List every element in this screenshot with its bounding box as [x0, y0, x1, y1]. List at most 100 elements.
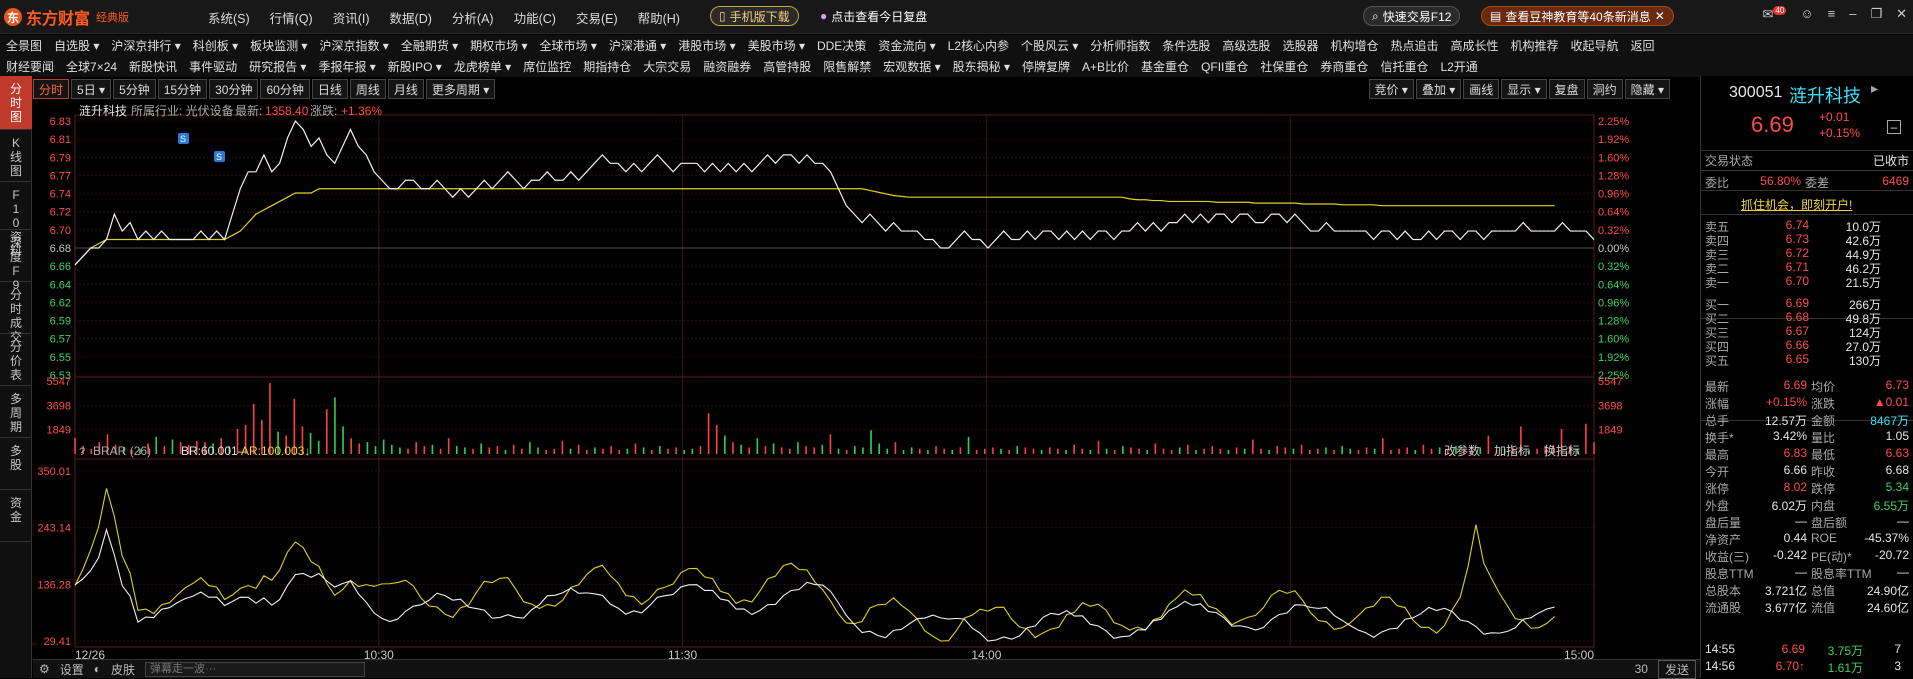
left-tab-2[interactable]: F10资料 — [0, 182, 32, 258]
tool-button-6[interactable]: 隐藏 ▾ — [1624, 79, 1670, 99]
left-tab-0[interactable]: 分时图 — [0, 76, 32, 130]
nav2-item-11[interactable]: 融资融券 — [697, 58, 757, 75]
menu-icon[interactable]: ≡ — [1828, 6, 1836, 22]
indicator-button-0[interactable]: 改参数 — [1444, 443, 1480, 458]
left-tab-4[interactable]: 分时成交 — [0, 282, 32, 344]
settings-icon[interactable]: ⚙ — [39, 662, 50, 676]
tool-button-1[interactable]: 叠加 ▾ — [1415, 79, 1462, 99]
nav2-item-1[interactable]: 全球7×24 — [60, 58, 123, 75]
restore-icon[interactable]: ❐ — [1870, 6, 1882, 22]
close-news-icon[interactable]: ✕ — [1655, 9, 1665, 23]
intraday-chart[interactable]: 6.83 2.25% 6.81 1.92% 6.79 1.60% 6.77 1.28% 6.74… — [33, 101, 1644, 664]
menu-item-2[interactable]: 资讯(I) — [323, 8, 380, 27]
news-button[interactable]: ▤ 查看豆神教育等40条新消息 ✕ — [1481, 6, 1674, 26]
danmu-input[interactable]: 弹幕走一波··· — [145, 661, 366, 677]
left-tab-6[interactable]: 多周期 — [0, 386, 32, 438]
nav2-item-15[interactable]: 股东揭秘 ▾ — [947, 58, 1016, 75]
nav2-item-9[interactable]: 期指持仓 — [577, 58, 637, 75]
nav2-item-7[interactable]: 龙虎榜单 ▾ — [448, 58, 517, 75]
nav2-item-17[interactable]: A+B比价 — [1076, 58, 1135, 75]
nav2-item-18[interactable]: 基金重仓 — [1135, 58, 1195, 75]
nav1-item-12[interactable]: DDE决策 — [811, 37, 872, 54]
quick-trade-button[interactable]: ⌕ 快速交易F12 — [1363, 6, 1461, 26]
indicator-button-2[interactable]: 换指标 — [1544, 443, 1580, 458]
nav1-item-15[interactable]: 个股风云 ▾ — [1015, 37, 1084, 54]
nav1-item-3[interactable]: 科创板 ▾ — [187, 37, 244, 54]
tool-button-2[interactable]: 画线 — [1463, 79, 1500, 99]
left-tab-1[interactable]: K线图 — [0, 130, 32, 182]
nav1-item-7[interactable]: 期权市场 ▾ — [464, 37, 533, 54]
left-tab-3[interactable]: 深度F9 — [0, 230, 32, 292]
nav2-item-21[interactable]: 券商重仓 — [1314, 58, 1374, 75]
nav1-item-13[interactable]: 资金流向 ▾ — [872, 37, 941, 54]
nav1-item-21[interactable]: 热点追击 — [1384, 37, 1444, 54]
close-icon[interactable]: ✕ — [1896, 6, 1907, 22]
send-button[interactable]: 发送 — [1657, 659, 1696, 679]
nav1-item-14[interactable]: L2核心内参 — [942, 37, 1015, 54]
collapse-icon[interactable]: – — [1887, 120, 1901, 134]
nav2-item-8[interactable]: 席位监控 — [517, 58, 577, 75]
left-tab-8[interactable]: 资金 — [0, 490, 32, 542]
left-tab-7[interactable]: 多股 — [0, 438, 32, 490]
review-button[interactable]: ● 点击查看今日复盘 — [812, 6, 935, 26]
tool-button-4[interactable]: 复盘 — [1548, 79, 1585, 99]
nav1-item-17[interactable]: 条件选股 — [1156, 37, 1216, 54]
menu-item-3[interactable]: 数据(D) — [380, 8, 442, 27]
nav1-item-9[interactable]: 沪深港通 ▾ — [603, 37, 672, 54]
minimize-icon[interactable]: – — [1849, 6, 1856, 22]
period-tab-0[interactable]: 分时 — [33, 79, 70, 99]
nav1-item-1[interactable]: 自选股 ▾ — [48, 37, 105, 54]
period-tab-7[interactable]: 周线 — [349, 79, 386, 99]
nav2-item-6[interactable]: 新股IPO ▾ — [382, 58, 448, 75]
nav1-item-4[interactable]: 板块监测 ▾ — [244, 37, 313, 54]
tool-button-0[interactable]: 竞价 ▾ — [1368, 79, 1414, 99]
nav2-item-16[interactable]: 停牌复牌 — [1016, 58, 1076, 75]
nav2-item-3[interactable]: 事件驱动 — [183, 58, 243, 75]
menu-item-0[interactable]: 系统(S) — [198, 8, 260, 27]
nav2-item-19[interactable]: QFII重仓 — [1195, 58, 1254, 75]
nav2-item-0[interactable]: 财经要闻 — [0, 58, 60, 75]
nav1-item-24[interactable]: 收起导航 — [1565, 37, 1625, 54]
nav1-item-2[interactable]: 沪深京排行 ▾ — [105, 37, 186, 54]
nav1-item-20[interactable]: 机构增仓 — [1324, 37, 1384, 54]
period-tab-8[interactable]: 月线 — [387, 79, 424, 99]
nav1-item-18[interactable]: 高级选股 — [1216, 37, 1276, 54]
nav2-item-22[interactable]: 信托重仓 — [1374, 58, 1434, 75]
skin-button[interactable]: 皮肤 — [111, 661, 135, 678]
tool-button-5[interactable]: 洞约 — [1586, 79, 1623, 99]
period-tab-2[interactable]: 5分钟 — [113, 79, 156, 99]
nav1-item-8[interactable]: 全球市场 ▾ — [534, 37, 603, 54]
nav1-item-6[interactable]: 全融期货 ▾ — [395, 37, 464, 54]
mobile-download-button[interactable]: ▯ 手机版下载 — [710, 6, 799, 26]
nav2-item-14[interactable]: 宏观数据 ▾ — [877, 58, 946, 75]
nav2-item-13[interactable]: 限售解禁 — [817, 58, 877, 75]
nav1-item-25[interactable]: 返回 — [1625, 37, 1661, 54]
nav2-item-5[interactable]: 季报年报 ▾ — [312, 58, 381, 75]
nav1-item-11[interactable]: 美股市场 ▾ — [742, 37, 811, 54]
period-tab-5[interactable]: 60分钟 — [260, 79, 310, 99]
nav2-item-2[interactable]: 新股快讯 — [123, 58, 183, 75]
nav1-item-19[interactable]: 选股器 — [1276, 37, 1324, 54]
nav1-item-5[interactable]: 沪深京指数 ▾ — [313, 37, 394, 54]
period-tab-3[interactable]: 15分钟 — [157, 79, 208, 99]
tool-button-3[interactable]: 显示 ▾ — [1501, 79, 1547, 99]
period-tab-4[interactable]: 30分钟 — [209, 79, 259, 99]
menu-item-5[interactable]: 功能(C) — [504, 8, 566, 27]
nav2-item-23[interactable]: L2开通 — [1434, 58, 1483, 75]
menu-item-1[interactable]: 行情(Q) — [260, 8, 323, 27]
nav2-item-10[interactable]: 大宗交易 — [637, 58, 697, 75]
nav2-item-4[interactable]: 研究报告 ▾ — [243, 58, 312, 75]
nav2-item-20[interactable]: 社保重仓 — [1254, 58, 1314, 75]
period-tab-6[interactable]: 日线 — [311, 79, 348, 99]
menu-item-6[interactable]: 交易(E) — [566, 8, 628, 27]
period-tab-1[interactable]: 5日 ▾ — [71, 79, 112, 99]
nav1-item-10[interactable]: 港股市场 ▾ — [672, 37, 741, 54]
nav1-item-23[interactable]: 机构推荐 — [1505, 37, 1565, 54]
nav2-item-12[interactable]: 高管持股 — [757, 58, 817, 75]
left-tab-5[interactable]: 分价表 — [0, 334, 32, 386]
settings-button[interactable]: 设置 — [60, 661, 84, 678]
skin-icon[interactable]: ◐ — [94, 662, 101, 676]
indicator-button-1[interactable]: 加指标 — [1494, 443, 1530, 458]
nav1-item-22[interactable]: 高成长性 — [1444, 37, 1504, 54]
period-tab-9[interactable]: 更多周期 ▾ — [425, 79, 496, 99]
